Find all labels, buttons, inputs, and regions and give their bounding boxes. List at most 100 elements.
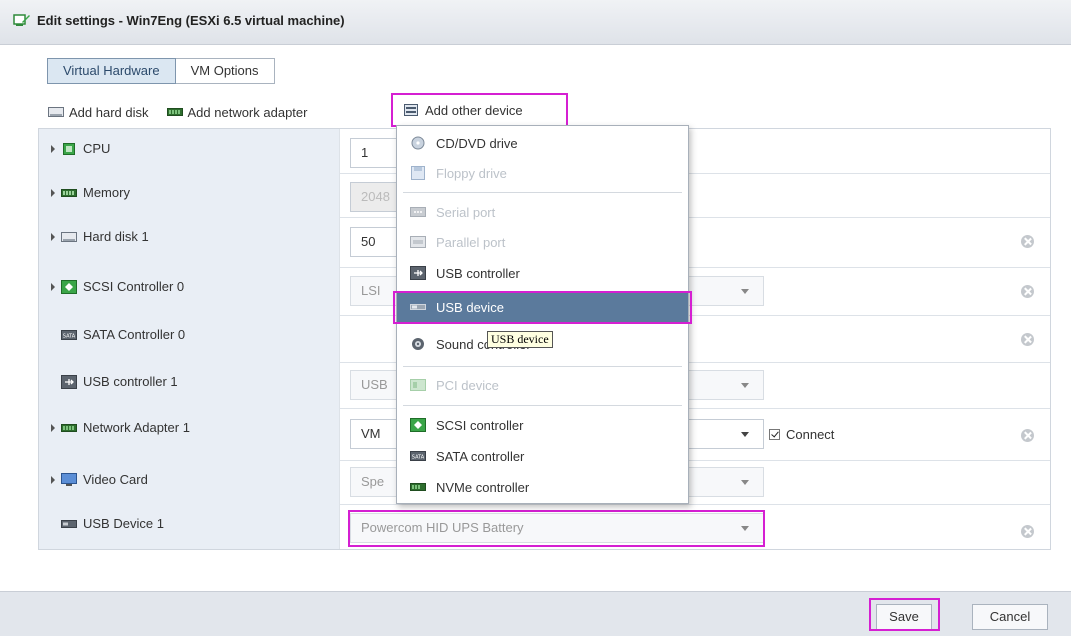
hardware-toolbar: Add hard disk Add network adapter bbox=[48, 100, 325, 124]
menu-item-pci-device: PCI device bbox=[397, 370, 688, 400]
network-adapter-icon bbox=[61, 423, 77, 432]
tab-vm-options[interactable]: VM Options bbox=[175, 58, 275, 84]
nvme-icon bbox=[410, 483, 426, 491]
usb-device-select[interactable]: Powercom HID UPS Battery bbox=[350, 513, 764, 543]
hard-disk-size-value: 50 bbox=[361, 234, 376, 249]
pci-icon bbox=[410, 379, 426, 391]
menu-item-sata-controller[interactable]: SATA SATA controller bbox=[397, 441, 688, 471]
sata-controller-icon: SATA bbox=[61, 329, 77, 340]
scsi-type-value: LSI bbox=[361, 283, 381, 298]
add-other-device-button[interactable]: Add other device bbox=[391, 93, 568, 127]
menu-item-label: Serial port bbox=[436, 204, 496, 220]
svg-text:SATA: SATA bbox=[412, 455, 425, 461]
menu-item-nvme-controller[interactable]: NVMe controller bbox=[397, 472, 688, 502]
connect-label: Connect bbox=[786, 427, 835, 442]
network-value: VM bbox=[361, 426, 381, 441]
menu-item-label: Floppy drive bbox=[436, 165, 507, 181]
menu-item-usb-device[interactable]: USB device bbox=[397, 292, 688, 322]
usb-device-icon bbox=[410, 304, 426, 310]
hardware-label: CPU bbox=[83, 141, 111, 156]
cpu-icon bbox=[63, 142, 75, 155]
add-network-adapter-button[interactable]: Add network adapter bbox=[166, 104, 308, 120]
remove-icon[interactable] bbox=[1021, 429, 1034, 442]
connect-checkbox[interactable] bbox=[769, 429, 780, 440]
scsi-controller-icon bbox=[61, 279, 77, 294]
usb-device-value: Powercom HID UPS Battery bbox=[361, 520, 524, 535]
usb-controller-type-value: USB bbox=[361, 377, 388, 392]
sata-controller-icon: SATA bbox=[410, 451, 426, 461]
menu-item-label: NVMe controller bbox=[436, 479, 530, 495]
other-device-icon bbox=[404, 104, 418, 116]
chevron-down-icon bbox=[741, 289, 749, 294]
expand-caret-icon[interactable] bbox=[51, 475, 55, 484]
cancel-button[interactable]: Cancel bbox=[972, 604, 1048, 630]
sound-icon bbox=[412, 338, 424, 350]
menu-divider bbox=[403, 366, 682, 367]
expand-caret-icon[interactable] bbox=[51, 188, 55, 197]
hardware-label: Memory bbox=[83, 185, 130, 200]
save-button[interactable]: Save bbox=[876, 604, 932, 630]
expand-caret-icon[interactable] bbox=[51, 144, 55, 153]
menu-item-usb-controller[interactable]: USB controller bbox=[397, 258, 688, 288]
network-adapter-icon bbox=[166, 108, 183, 116]
add-hard-disk-button[interactable]: Add hard disk bbox=[48, 105, 149, 120]
hardware-label: SCSI Controller 0 bbox=[83, 279, 185, 294]
menu-item-label: USB device bbox=[436, 299, 504, 315]
menu-item-scsi-controller[interactable]: SCSI controller bbox=[397, 410, 688, 440]
menu-item-label: SATA controller bbox=[436, 448, 525, 464]
remove-icon[interactable] bbox=[1021, 285, 1034, 298]
remove-icon[interactable] bbox=[1021, 235, 1034, 248]
tooltip: USB device bbox=[487, 331, 553, 348]
menu-divider bbox=[403, 192, 682, 193]
hardware-label: Video Card bbox=[83, 472, 148, 487]
chevron-down-icon bbox=[741, 526, 749, 531]
video-card-icon bbox=[61, 472, 77, 486]
remove-icon[interactable] bbox=[1021, 525, 1034, 538]
menu-item-floppy-drive: Floppy drive bbox=[397, 158, 688, 188]
add-other-device-label: Add other device bbox=[425, 102, 523, 118]
add-other-device-menu: CD/DVD drive Floppy drive Serial port Pa… bbox=[396, 125, 689, 504]
menu-item-label: Parallel port bbox=[436, 234, 506, 250]
memory-size-value: 2048 bbox=[361, 189, 390, 204]
hardware-row-usb-device-1[interactable]: USB Device 1 Powercom HID UPS Battery bbox=[39, 504, 1050, 549]
hardware-label: USB Device 1 bbox=[83, 516, 164, 531]
menu-item-serial-port: Serial port bbox=[397, 197, 688, 227]
cpu-count-value: 1 bbox=[361, 145, 369, 160]
chevron-down-icon bbox=[741, 432, 749, 437]
tab-bar: Virtual Hardware VM Options bbox=[47, 58, 275, 84]
add-network-adapter-label: Add network adapter bbox=[187, 104, 308, 120]
title-bar: Edit settings - Win7Eng (ESXi 6.5 virtua… bbox=[0, 0, 1071, 45]
memory-icon bbox=[61, 188, 77, 197]
chevron-down-icon bbox=[741, 480, 749, 485]
menu-item-label: SCSI controller bbox=[436, 417, 524, 433]
add-hard-disk-label: Add hard disk bbox=[69, 104, 149, 120]
expand-caret-icon[interactable] bbox=[51, 423, 55, 432]
hardware-label: Hard disk 1 bbox=[83, 229, 149, 244]
vm-edit-icon bbox=[13, 14, 30, 26]
scsi-controller-icon bbox=[410, 418, 426, 432]
floppy-icon bbox=[411, 166, 425, 180]
tab-virtual-hardware[interactable]: Virtual Hardware bbox=[47, 58, 176, 84]
svg-text:SATA: SATA bbox=[63, 333, 76, 339]
menu-item-cd-dvd-drive[interactable]: CD/DVD drive bbox=[397, 128, 688, 158]
chevron-down-icon bbox=[741, 383, 749, 388]
expand-caret-icon[interactable] bbox=[51, 232, 55, 241]
dialog-footer: Save Cancel bbox=[0, 591, 1071, 636]
expand-caret-icon[interactable] bbox=[51, 282, 55, 291]
window-title: Edit settings - Win7Eng (ESXi 6.5 virtua… bbox=[37, 13, 345, 28]
remove-icon[interactable] bbox=[1021, 333, 1034, 346]
hard-disk-icon bbox=[61, 231, 77, 242]
hardware-label: SATA Controller 0 bbox=[83, 327, 186, 342]
usb-controller-icon bbox=[410, 266, 426, 280]
hardware-label: Network Adapter 1 bbox=[83, 420, 190, 435]
hardware-label: USB controller 1 bbox=[83, 374, 178, 389]
menu-divider bbox=[403, 405, 682, 406]
menu-item-label: PCI device bbox=[436, 377, 499, 393]
video-card-value: Spe bbox=[361, 474, 385, 489]
menu-item-label: USB controller bbox=[436, 265, 520, 281]
serial-port-icon bbox=[410, 207, 426, 217]
parallel-port-icon bbox=[410, 236, 426, 248]
connect-checkbox-group[interactable]: Connect bbox=[769, 427, 834, 442]
disc-icon bbox=[411, 136, 425, 150]
usb-controller-icon bbox=[61, 374, 77, 389]
